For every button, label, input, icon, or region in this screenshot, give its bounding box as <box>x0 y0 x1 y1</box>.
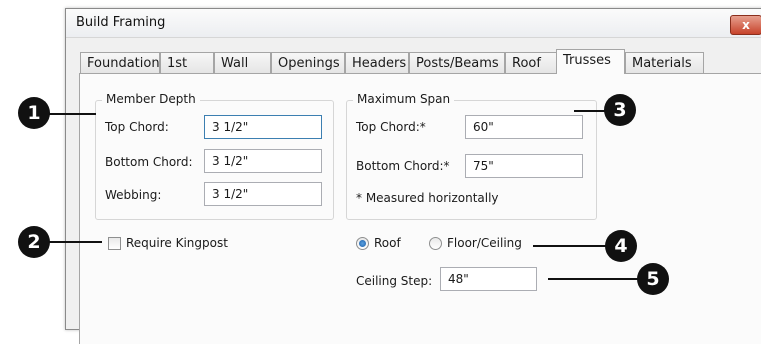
top-chord-depth-label: Top Chord: <box>105 120 169 134</box>
bottom-chord-depth-label: Bottom Chord: <box>105 155 193 169</box>
callout-4-leader <box>533 245 613 247</box>
close-button[interactable]: x <box>730 15 761 35</box>
callout-3-badge: 3 <box>604 94 636 126</box>
top-chord-span-field[interactable]: 60" <box>465 115 583 139</box>
webbing-depth-field[interactable]: 3 1/2" <box>204 182 322 206</box>
trusses-panel: Member Depth Top Chord: 3 1/2" Bottom Ch… <box>79 73 761 344</box>
require-kingpost-label: Require Kingpost <box>126 236 228 250</box>
callout-4-badge: 4 <box>605 230 637 262</box>
tab-foundation[interactable]: Foundation <box>80 52 160 73</box>
measured-horizontally-note: * Measured horizontally <box>356 191 499 205</box>
floor-ceiling-radio[interactable] <box>429 237 442 250</box>
maximum-span-legend: Maximum Span <box>353 92 455 106</box>
tab-trusses[interactable]: Trusses <box>556 49 625 74</box>
webbing-depth-label: Webbing: <box>105 188 162 202</box>
tab-roof[interactable]: Roof <box>505 52 557 73</box>
callout-2-badge: 2 <box>18 226 50 258</box>
require-kingpost-checkbox[interactable] <box>108 237 121 250</box>
tab-materials[interactable]: Materials <box>625 52 704 73</box>
tab-posts-beams[interactable]: Posts/Beams <box>409 52 505 73</box>
ceiling-step-field[interactable]: 48" <box>440 267 537 291</box>
close-icon: x <box>742 18 750 32</box>
callout-1-leader <box>44 113 96 115</box>
roof-radio[interactable] <box>356 237 369 250</box>
tab-headers[interactable]: Headers <box>345 52 409 73</box>
roof-radio-label: Roof <box>374 236 401 250</box>
member-depth-legend: Member Depth <box>102 92 200 106</box>
title-bar: Build Framing x <box>66 9 761 38</box>
callout-2-leader <box>44 241 102 243</box>
floor-ceiling-radio-label: Floor/Ceiling <box>447 236 522 250</box>
callout-5-badge: 5 <box>637 263 669 295</box>
callout-5-leader <box>548 278 642 280</box>
callout-1-badge: 1 <box>18 97 50 129</box>
dialog-title: Build Framing <box>76 15 166 30</box>
tab-1st[interactable]: 1st <box>160 52 214 73</box>
ceiling-step-label: Ceiling Step: <box>356 274 433 288</box>
bottom-chord-depth-field[interactable]: 3 1/2" <box>204 149 322 173</box>
top-chord-span-label: Top Chord:* <box>356 120 426 134</box>
top-chord-depth-field[interactable]: 3 1/2" <box>204 115 322 139</box>
tab-wall[interactable]: Wall <box>214 52 271 73</box>
tab-openings[interactable]: Openings <box>271 52 345 73</box>
bottom-chord-span-label: Bottom Chord:* <box>356 159 450 173</box>
bottom-chord-span-field[interactable]: 75" <box>465 154 583 178</box>
